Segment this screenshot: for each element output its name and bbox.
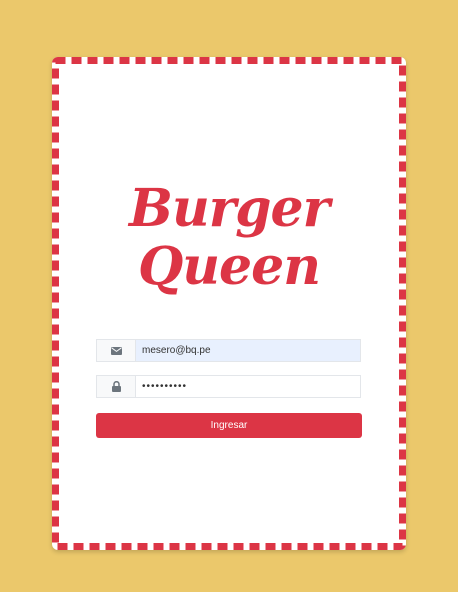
password-input[interactable] bbox=[136, 376, 360, 397]
password-field-group bbox=[96, 375, 361, 398]
envelope-icon bbox=[97, 340, 136, 361]
logo: Burger Queen bbox=[122, 180, 336, 296]
login-button[interactable]: Ingresar bbox=[96, 413, 362, 438]
email-input[interactable] bbox=[136, 340, 360, 361]
email-field-group bbox=[96, 339, 361, 362]
lock-icon bbox=[97, 376, 136, 397]
dashed-border bbox=[52, 57, 406, 550]
logo-line-2: Queen bbox=[137, 236, 321, 297]
logo-line-1: Burger bbox=[129, 178, 330, 239]
login-card: Burger Queen Ingresar bbox=[52, 57, 406, 550]
